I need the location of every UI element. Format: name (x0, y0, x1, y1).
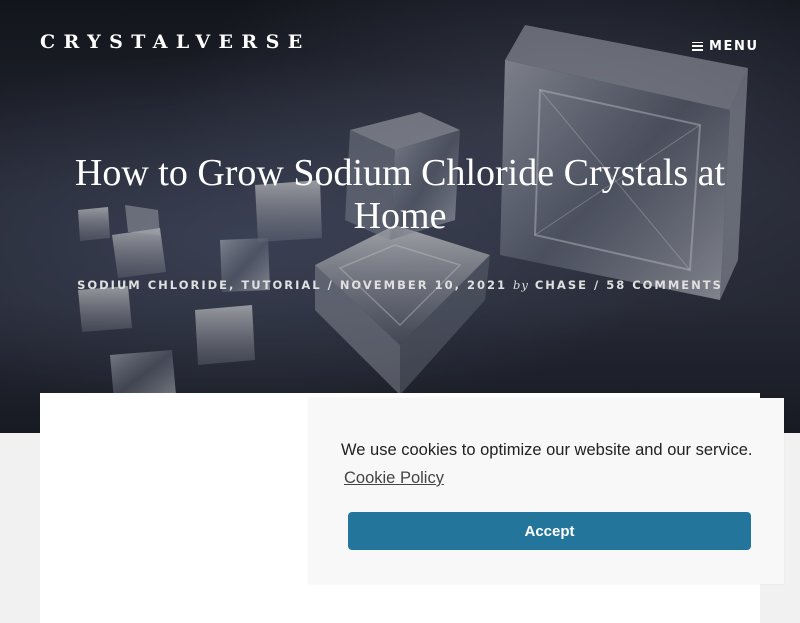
author-link[interactable]: CHASE (535, 278, 588, 292)
post-title: How to Grow Sodium Chloride Crystals at … (74, 152, 726, 237)
menu-button[interactable]: MENU (692, 37, 759, 55)
hamburger-icon (692, 41, 703, 51)
cookie-message: We use cookies to optimize our website a… (341, 441, 753, 459)
cookie-policy-link[interactable]: Cookie Policy (344, 469, 444, 488)
menu-label: MENU (709, 38, 759, 54)
category-separator: , (229, 278, 242, 292)
post-date[interactable]: NOVEMBER 10, 2021 (340, 278, 507, 292)
category-link-sodium-chloride[interactable]: SODIUM CHLORIDE (77, 278, 229, 292)
cookie-banner: We use cookies to optimize our website a… (308, 398, 784, 584)
post-meta: SODIUM CHLORIDE, TUTORIAL / NOVEMBER 10,… (40, 278, 760, 292)
meta-separator: / (587, 278, 607, 292)
category-link-tutorial[interactable]: TUTORIAL (241, 278, 321, 292)
comments-link[interactable]: 58 COMMENTS (606, 278, 723, 292)
byline-by: by (512, 278, 529, 292)
accept-cookies-button[interactable]: Accept (348, 512, 751, 550)
site-logo[interactable]: CRYSTALVERSE (40, 31, 311, 53)
meta-separator: / (321, 278, 340, 292)
